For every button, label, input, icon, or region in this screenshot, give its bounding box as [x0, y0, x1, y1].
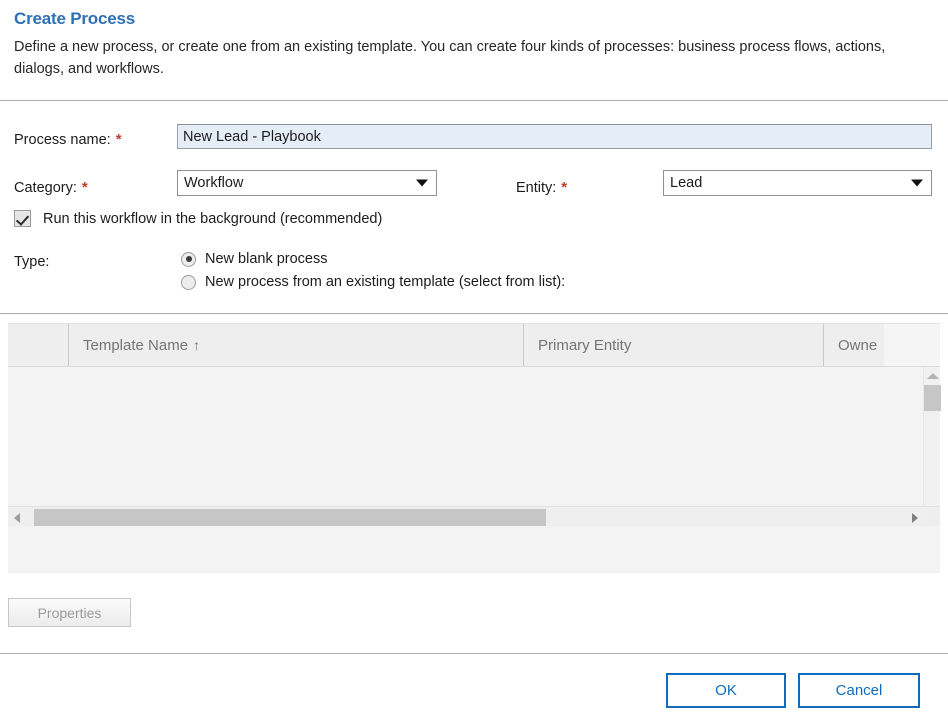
grid-header-row: Template Name ↑ Primary Entity Owne	[8, 324, 940, 367]
scrollbar-corner	[923, 507, 940, 528]
radio-icon-unselected[interactable]	[181, 275, 196, 290]
type-label: Type:	[14, 254, 49, 270]
required-asterisk: *	[82, 179, 88, 196]
required-asterisk: *	[561, 179, 567, 196]
divider-top	[0, 100, 948, 101]
page-title: Create Process	[14, 8, 934, 30]
radio-new-blank-process[interactable]: New blank process	[181, 248, 565, 270]
run-in-background-label: Run this workflow in the background (rec…	[43, 211, 382, 227]
column-label-primary-entity: Primary Entity	[538, 337, 631, 354]
grid-body	[8, 367, 940, 527]
scroll-up-arrow-icon[interactable]	[924, 367, 941, 384]
grid-footer-area	[8, 526, 940, 573]
category-value: Workflow	[184, 171, 243, 195]
dialog-description: Define a new process, or create one from…	[14, 36, 934, 80]
entity-label: Entity:*	[516, 178, 567, 198]
category-label: Category:*	[14, 178, 88, 198]
entity-value: Lead	[670, 171, 702, 195]
horizontal-scrollbar[interactable]	[8, 506, 940, 527]
column-label-template-name: Template Name	[83, 337, 188, 354]
radio-icon-selected[interactable]	[181, 252, 196, 267]
radio-label-template: New process from an existing template (s…	[205, 274, 565, 290]
form-area: Process name:* Category:* Workflow Entit…	[0, 104, 948, 172]
type-radio-group: New blank process New process from an ex…	[181, 248, 565, 294]
background-checkbox-row[interactable]: Run this workflow in the background (rec…	[14, 210, 382, 227]
divider-footer	[0, 653, 948, 654]
radio-from-template[interactable]: New process from an existing template (s…	[181, 271, 565, 293]
ok-button[interactable]: OK	[666, 673, 786, 708]
grid-header-cap	[884, 324, 940, 367]
column-label-owner: Owne	[838, 337, 877, 354]
entity-dropdown[interactable]: Lead	[663, 170, 932, 196]
horizontal-scroll-thumb[interactable]	[34, 509, 546, 526]
radio-label-blank: New blank process	[205, 251, 328, 267]
vertical-scrollbar[interactable]	[923, 367, 940, 527]
category-entity-row: Category:* Workflow Entity:* Lead	[0, 138, 948, 172]
scroll-right-arrow-icon[interactable]	[906, 507, 923, 528]
template-grid: Template Name ↑ Primary Entity Owne	[8, 323, 940, 573]
run-in-background-checkbox[interactable]	[14, 210, 31, 227]
divider-middle	[0, 313, 948, 314]
scroll-left-arrow-icon[interactable]	[8, 507, 25, 528]
process-name-row: Process name:*	[0, 104, 948, 138]
cancel-button[interactable]: Cancel	[798, 673, 920, 708]
vertical-scroll-thumb[interactable]	[924, 385, 941, 411]
dialog-header: Create Process Define a new process, or …	[0, 0, 948, 80]
sort-ascending-icon: ↑	[193, 337, 200, 353]
column-header-primary-entity[interactable]: Primary Entity	[523, 324, 823, 367]
chevron-down-icon	[416, 180, 428, 187]
chevron-down-icon	[911, 180, 923, 187]
properties-button[interactable]: Properties	[8, 598, 131, 627]
category-dropdown[interactable]: Workflow	[177, 170, 437, 196]
column-header-template-name[interactable]: Template Name ↑	[68, 324, 523, 367]
create-process-dialog: Create Process Define a new process, or …	[0, 0, 948, 718]
